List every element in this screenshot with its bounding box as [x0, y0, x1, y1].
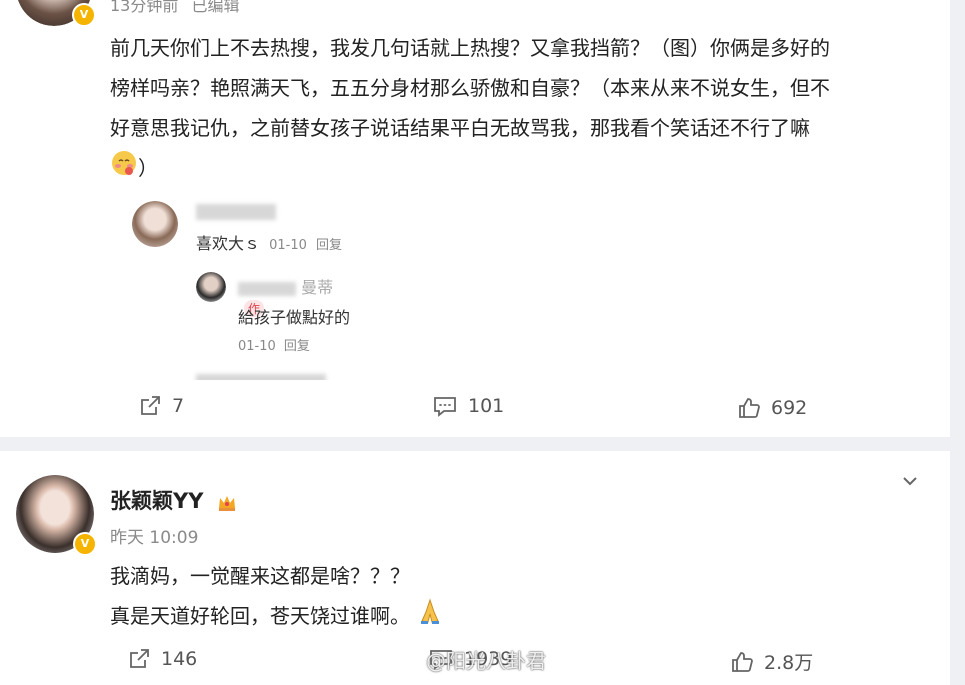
repost-button[interactable]: 146 — [127, 647, 197, 671]
embed-comment-date: 01-10 — [269, 238, 307, 253]
blurred-reply-name — [238, 281, 296, 296]
embed-avatar — [132, 201, 178, 247]
repost-button[interactable]: 7 — [138, 394, 184, 418]
share-icon — [127, 647, 151, 671]
embed-comment-text: 喜欢大ｓ — [196, 234, 261, 253]
comment-button[interactable]: 101 — [432, 394, 504, 418]
embed-comment: 喜欢大ｓ 01-10 回复 — [196, 230, 342, 254]
post-text-line: ） — [110, 148, 940, 190]
post-time: 昨天 10:09 — [110, 528, 199, 548]
embed-reply-date: 01-10 — [238, 339, 276, 354]
edited-label: 已编辑 — [191, 0, 240, 15]
blushing-emoji-icon — [110, 149, 138, 190]
praying-hands-icon — [416, 597, 444, 638]
post-text-line: 真是天道好轮回，苍天饶过谁啊。 — [110, 596, 910, 638]
watermark-text: @阳光八卦君 — [426, 649, 546, 673]
post-text: 我滴妈，一觉醒来这都是啥？？？ 真是天道好轮回，苍天饶过谁啊。 — [110, 556, 910, 638]
post-text-tail: ） — [138, 156, 158, 180]
username-text: 张颖颖YY — [110, 489, 204, 513]
verified-badge-icon: V — [72, 3, 96, 27]
username[interactable]: 张颖颖YY — [110, 485, 237, 515]
embed-reply-meta: 01-10 回复 — [238, 335, 310, 354]
like-button[interactable]: 692 — [737, 396, 807, 420]
post-time: 13分钟前 — [110, 0, 179, 15]
thumbs-up-icon — [730, 650, 754, 674]
blurred-username — [196, 204, 276, 220]
post-text-line: 榜样吗亲？艳照满天飞，五五分身材那么骄傲和自豪？（本来从来不说女生，但不 — [110, 76, 830, 100]
comment-count: 101 — [468, 395, 505, 417]
post-card-1: V 13分钟前 已编辑 前几天你们上不去热搜，我发几句话就上热搜？又拿我挡箭？（… — [0, 0, 950, 437]
embedded-image[interactable]: 喜欢大ｓ 01-10 回复 曼蒂 作 給孩子做點好的 01-10 回复 — [112, 190, 362, 380]
post-text-line: 我滴妈，一觉醒来这都是啥？？？ — [110, 564, 410, 588]
repost-count: 7 — [172, 395, 185, 417]
chevron-down-icon — [900, 476, 920, 495]
verified-badge-icon: V — [73, 532, 97, 556]
post-text-line-content: 真是天道好轮回，苍天饶过谁啊。 — [110, 604, 410, 628]
repost-count: 146 — [161, 648, 198, 670]
like-button[interactable]: 2.8万 — [730, 648, 813, 675]
thumbs-up-icon — [737, 396, 761, 420]
like-count: 2.8万 — [764, 652, 814, 674]
crown-icon — [217, 493, 237, 511]
watermark: @阳光八卦君 — [388, 644, 546, 675]
comment-icon — [432, 394, 458, 418]
post-meta: 13分钟前 已编辑 — [110, 0, 239, 16]
like-count: 692 — [771, 397, 808, 419]
blurred-next-comment — [196, 374, 326, 380]
embed-reply-avatar — [196, 272, 226, 302]
more-options-button[interactable] — [900, 471, 920, 491]
embed-reply-name: 曼蒂 — [301, 278, 334, 297]
post-text-line: 前几天你们上不去热搜，我发几句话就上热搜？又拿我挡箭？（图）你俩是多好的 — [110, 36, 830, 60]
embed-reply-text: 給孩子做點好的 — [238, 308, 351, 327]
weibo-logo-icon — [388, 644, 422, 675]
embed-reply-action: 回复 — [283, 339, 310, 354]
post-text: 前几天你们上不去热搜，我发几句话就上热搜？又拿我挡箭？（图）你俩是多好的 榜样吗… — [110, 28, 940, 190]
share-icon — [138, 394, 162, 418]
post-text-line: 好意思我记仇，之前替女孩子说话结果平白无故骂我，那我看个笑话还不行了嘛 — [110, 116, 810, 140]
post-card-2: V 张颖颖YY 昨天 10:09 我滴妈，一觉醒来这都是啥？？？ 真是天道好轮回… — [0, 451, 950, 685]
embed-comment-reply: 回复 — [315, 238, 342, 253]
